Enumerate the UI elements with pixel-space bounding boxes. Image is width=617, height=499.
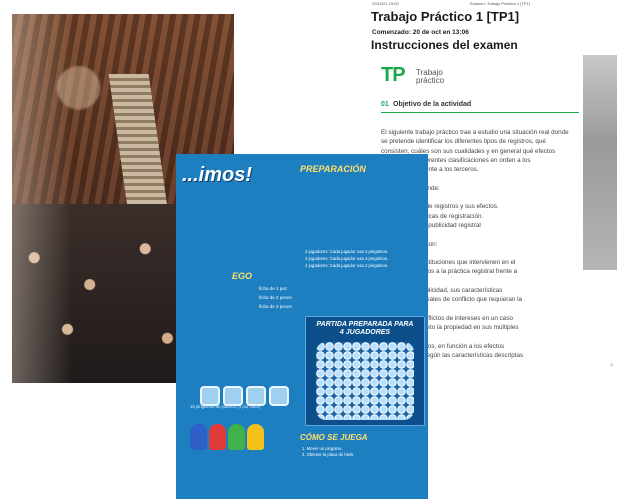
body-line: se pretende identificar los diferentes t… <box>381 138 546 146</box>
fish-tile-icon <box>200 386 220 406</box>
fish-tiles-list: ficha de 1 pez ficha de 2 peces ficha de… <box>259 284 299 311</box>
board-title-line: PARTIDA PREPARADA PARA <box>316 321 414 328</box>
penguin-pieces <box>190 424 266 455</box>
side-photo-strip <box>583 55 617 270</box>
fish-tile-icon <box>223 386 243 406</box>
fish-tile-icon <box>246 386 266 406</box>
started-timestamp: Comenzado: 20 de oct en 13:06 <box>372 29 469 36</box>
body-line: El siguiente trabajo práctico trae a est… <box>381 129 569 136</box>
page-title: Trabajo Práctico 1 [TP1] <box>371 9 520 24</box>
list-item: ficha de 2 peces <box>259 295 292 300</box>
section-divider <box>381 112 579 113</box>
board-setup-diagram: PARTIDA PREPARADA PARA 4 JUGADORES <box>305 316 425 426</box>
section-title: Objetivo de la actividad <box>393 101 472 108</box>
board-title: PARTIDA PREPARADA PARA 4 JUGADORES <box>306 321 424 337</box>
how-to-play-title: CÓMO SE JUEGA <box>300 433 368 442</box>
print-header-date: 20/10/21 19:00 <box>372 1 399 6</box>
section-number: 01 <box>381 101 389 108</box>
board-title-line: 4 JUGADORES <box>339 329 391 336</box>
list-item: 3 jugadores: Cada jugador usa 3 pingüino… <box>305 256 389 261</box>
hex-tile-field <box>316 342 414 420</box>
list-item: 2 jugadores: Cada jugador usa 4 pingüino… <box>305 249 389 254</box>
fish-tile-icon <box>269 386 289 406</box>
penguins-note: 16 pingüinos de plástico (4 por color) <box>190 404 261 409</box>
green-penguin-icon <box>228 424 245 450</box>
game-section-label: EGO <box>232 271 253 281</box>
red-penguin-icon <box>209 424 226 450</box>
list-item: ficha de 3 peces <box>259 304 292 309</box>
preparation-title: PREPARACIÓN <box>300 164 366 174</box>
photo-light <box>12 14 72 383</box>
list-item: 4 jugadores: Cada jugador usa 2 pingüino… <box>305 263 389 268</box>
blue-penguin-icon <box>190 424 207 450</box>
list-item: ficha de 1 pez <box>259 286 288 291</box>
page-number: 1/ <box>610 363 614 367</box>
players-list: 2 jugadores: Cada jugador usa 4 pingüino… <box>305 248 423 269</box>
list-item: 2. Obtener la placa de hielo. <box>302 451 355 457</box>
yellow-penguin-icon <box>247 424 264 450</box>
game-logo: ...imos! <box>182 164 253 186</box>
how-to-play-steps: 1. Mover un pingüino. 2. Obtener la plac… <box>302 446 422 458</box>
game-rules-sheet: ...imos! EGO ficha de 1 pez ficha de 2 p… <box>176 154 428 499</box>
print-header-title: Examen: Trabajo Práctico 1 [TP1] <box>470 1 530 6</box>
tp-logo: TP <box>381 64 406 86</box>
instructions-heading: Instrucciones del examen <box>371 38 518 52</box>
tp-logo-word-2: práctico <box>416 76 445 85</box>
